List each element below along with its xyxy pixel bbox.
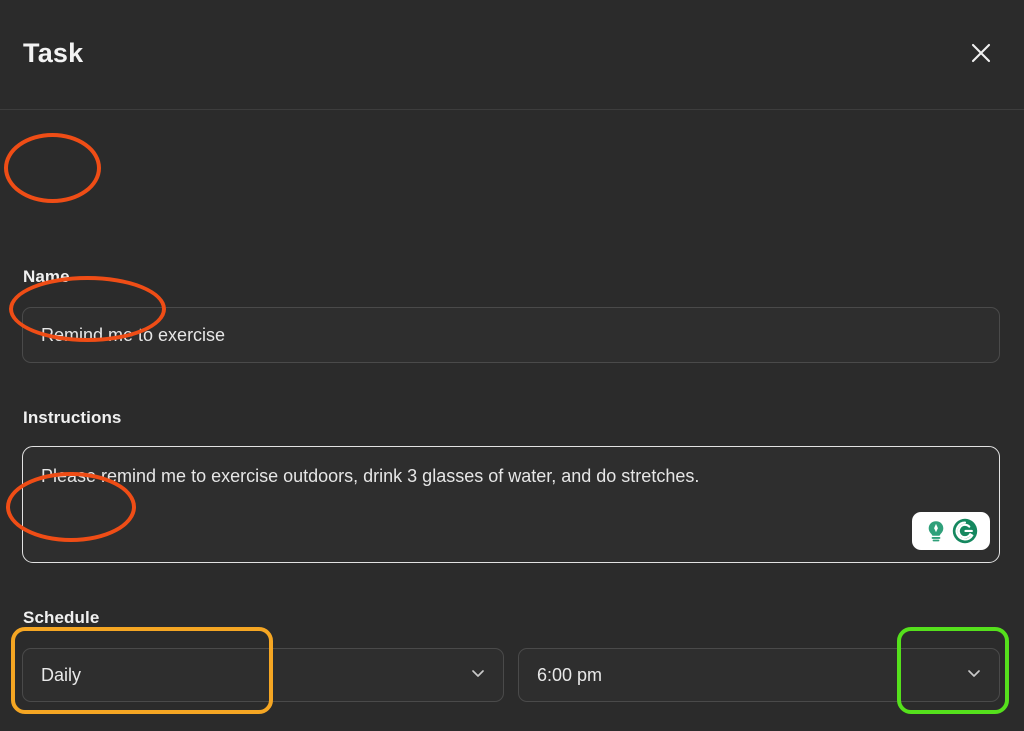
lightbulb-icon xyxy=(923,518,949,544)
name-input[interactable] xyxy=(22,307,1000,363)
name-label: Name xyxy=(23,267,70,286)
dialog-body: Name Instructions xyxy=(0,110,1024,702)
instructions-label: Instructions xyxy=(23,408,122,427)
close-icon xyxy=(970,42,992,64)
instructions-field-wrapper xyxy=(22,446,1000,563)
task-dialog: Task Name Instructions xyxy=(0,0,1024,731)
dialog-header: Task xyxy=(0,0,1024,110)
instructions-input[interactable] xyxy=(22,446,1000,563)
page-title: Task xyxy=(23,38,84,68)
dialog-footer: Pause Delete Cancel Save xyxy=(0,611,1024,731)
close-button[interactable] xyxy=(964,36,998,70)
grammarly-widget[interactable] xyxy=(912,512,990,550)
grammarly-g-icon xyxy=(951,517,979,545)
